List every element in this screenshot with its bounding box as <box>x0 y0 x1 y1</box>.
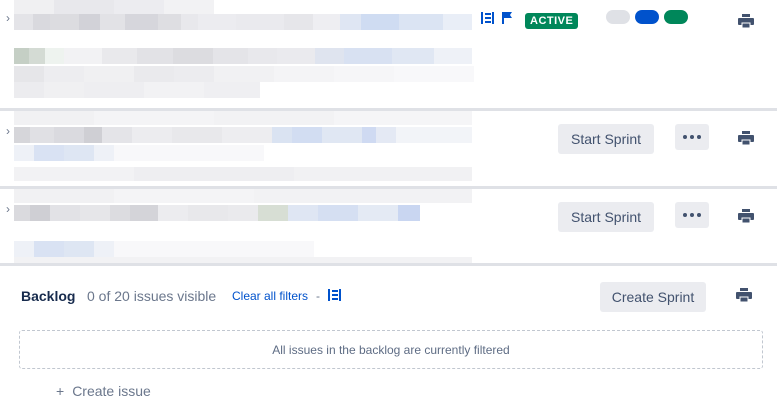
issue-line-redacted <box>14 66 474 82</box>
flag-icon <box>502 12 512 24</box>
backlog-section: Backlog 0 of 20 issues visible Clear all… <box>0 266 777 419</box>
print-icon[interactable] <box>738 209 754 223</box>
filter-icon[interactable] <box>328 289 342 301</box>
chevron-right-icon[interactable]: › <box>6 12 10 24</box>
sprint-title-redacted <box>14 14 472 30</box>
sprint-row-active: › ACTIVE <box>0 0 777 108</box>
issue-line-redacted <box>14 48 472 64</box>
create-issue-button[interactable]: + Create issue <box>56 383 151 399</box>
sprint-row-future-2: › Start Sprint <box>0 189 777 263</box>
todo-count-pill <box>606 10 630 24</box>
more-actions-button[interactable] <box>675 202 709 228</box>
chevron-right-icon[interactable]: › <box>6 125 10 137</box>
sprint-meta-redacted <box>14 0 214 14</box>
sprint-dates-redacted <box>14 241 314 257</box>
print-icon[interactable] <box>738 131 754 145</box>
backlog-issue-count: 0 of 20 issues visible <box>87 288 217 304</box>
print-icon[interactable] <box>736 288 752 302</box>
issue-line-redacted <box>14 82 260 98</box>
sprint-dates-redacted <box>14 145 264 161</box>
sprint-title-redacted <box>14 189 472 203</box>
sprint-meta-redacted <box>14 205 420 221</box>
sprint-goal-redacted <box>14 167 472 181</box>
start-sprint-button[interactable]: Start Sprint <box>558 202 654 232</box>
in-progress-count-pill <box>635 10 659 24</box>
chevron-right-icon[interactable]: › <box>6 203 10 215</box>
start-sprint-button[interactable]: Start Sprint <box>558 124 654 154</box>
create-sprint-button[interactable]: Create Sprint <box>600 282 706 312</box>
done-count-pill <box>664 10 688 24</box>
more-actions-button[interactable] <box>675 124 709 150</box>
sprint-row-future-1: › Start Sprint <box>0 111 777 186</box>
sprint-title-redacted <box>14 111 472 125</box>
filter-icon[interactable] <box>481 12 495 24</box>
backlog-empty-state: All issues in the backlog are currently … <box>19 330 763 369</box>
more-icon <box>683 213 687 217</box>
empty-state-message: All issues in the backlog are currently … <box>272 342 510 357</box>
more-icon <box>683 135 687 139</box>
separator: - <box>316 289 320 303</box>
status-badge: ACTIVE <box>525 13 579 29</box>
plus-icon: + <box>56 383 65 399</box>
clear-all-filters-link[interactable]: Clear all filters <box>232 289 308 303</box>
backlog-title: Backlog <box>21 288 76 304</box>
print-icon[interactable] <box>738 14 754 28</box>
sprint-meta-redacted <box>14 127 472 143</box>
create-issue-label: Create issue <box>72 383 151 399</box>
